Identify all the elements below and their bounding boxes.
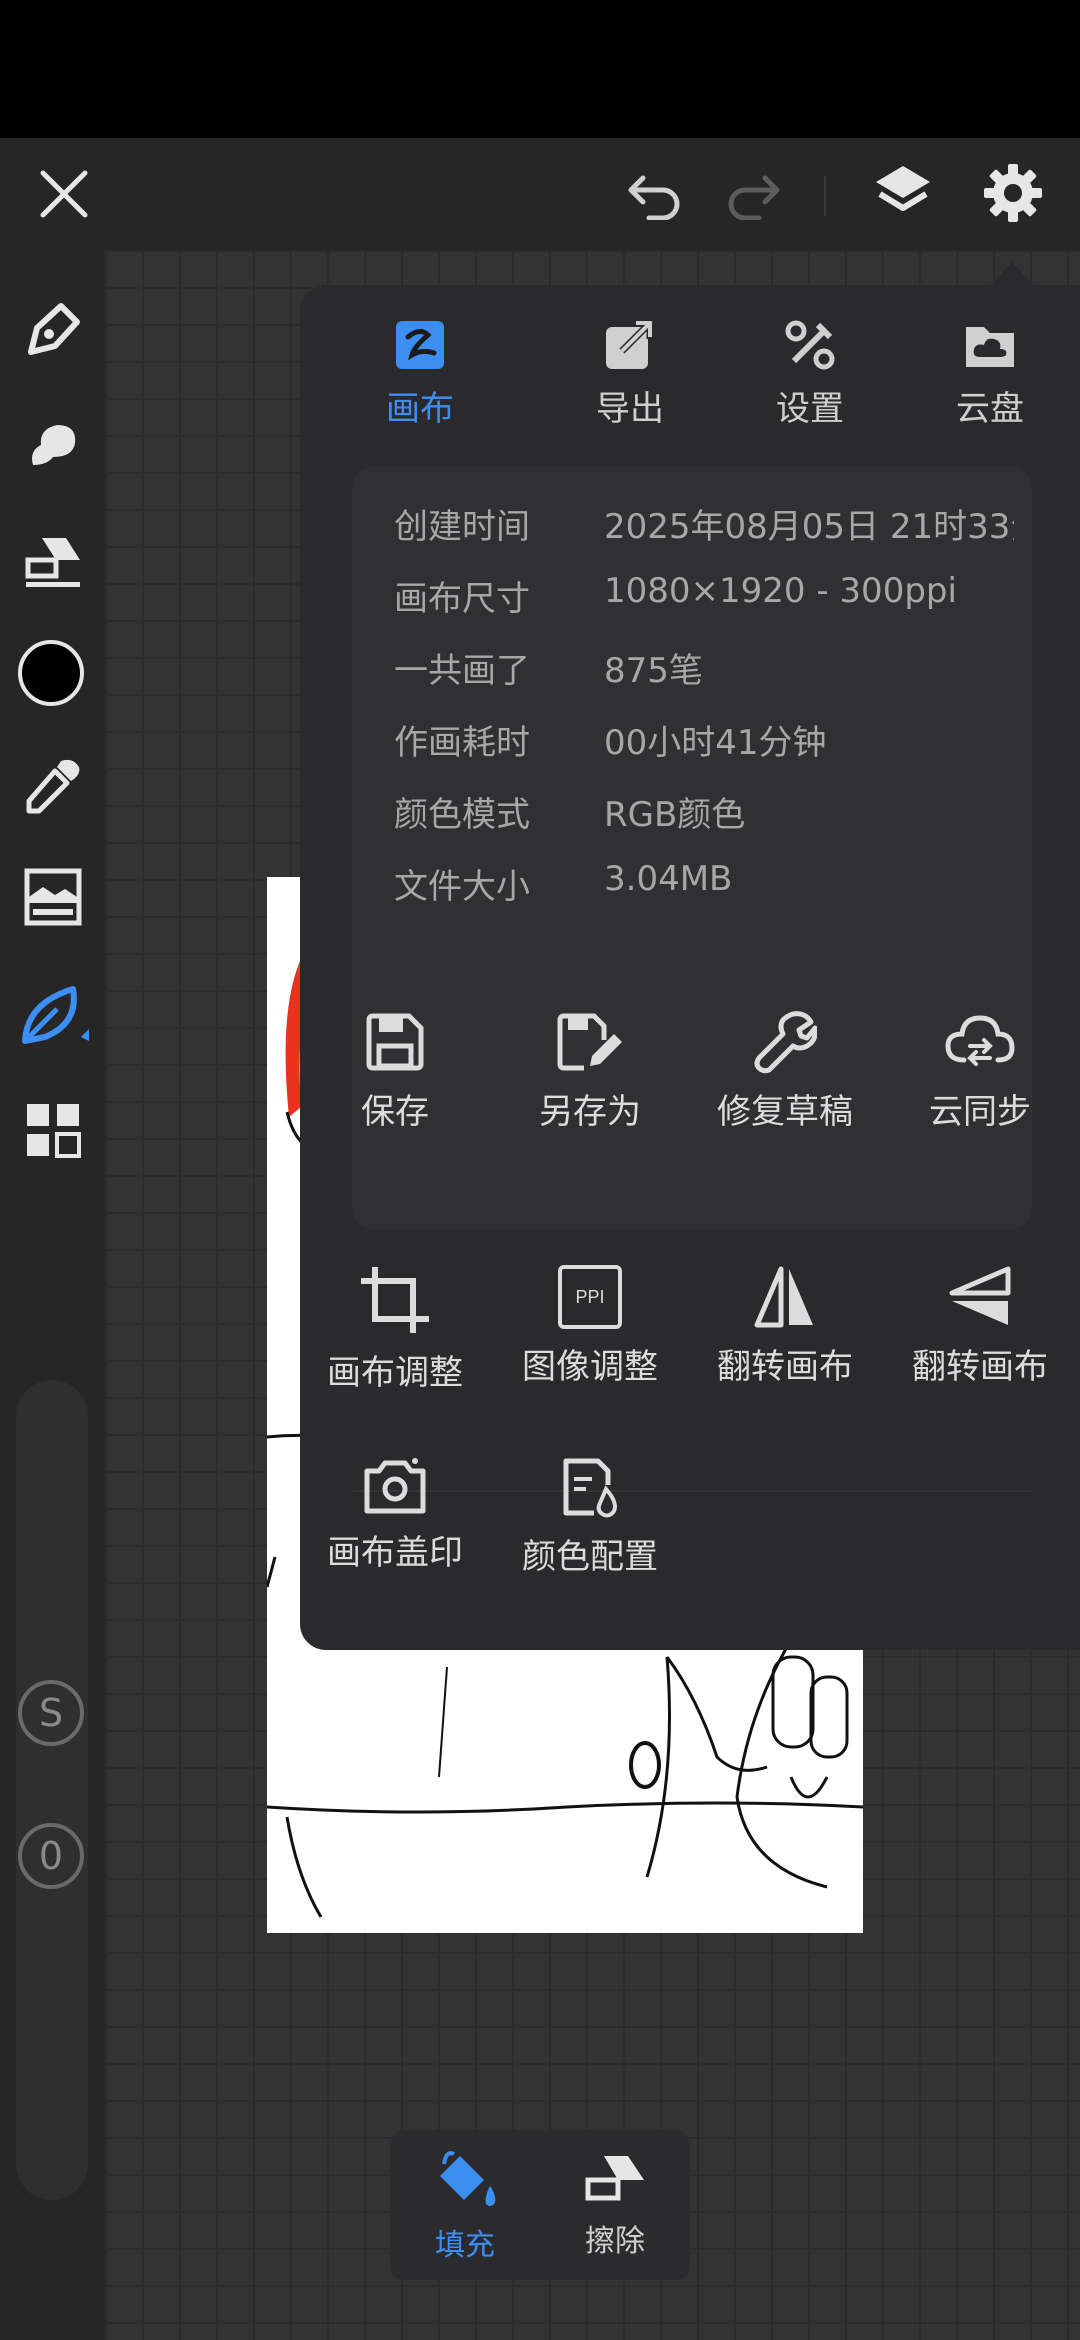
left-tool-sidebar: S 0 — [0, 250, 105, 2340]
save-as-label: 另存为 — [539, 1092, 641, 1132]
info-row-file-size: 文件大小 3.04MB — [394, 859, 1014, 919]
info-row-created: 创建时间 2025年08月05日 21时33分 — [394, 499, 1014, 559]
paint-bucket-icon — [440, 2151, 496, 2206]
top-toolbar — [0, 138, 1080, 250]
info-value: 875笔 — [604, 651, 703, 691]
info-key: 颜色模式 — [394, 795, 530, 835]
smudge-tool-icon[interactable] — [18, 410, 88, 480]
size-badge[interactable]: S — [18, 1680, 84, 1746]
info-row-duration: 作画耗时 00小时41分钟 — [394, 715, 1014, 775]
info-value: 00小时41分钟 — [604, 723, 827, 763]
panel-tabs: 画布 导出 设置 云盘 — [300, 285, 1080, 445]
info-row-color-mode: 颜色模式 RGB颜色 — [394, 787, 1014, 847]
erase-label: 擦除 — [585, 2224, 645, 2259]
opacity-badge[interactable]: 0 — [18, 1823, 84, 1889]
cloud-sync-icon — [945, 1015, 1015, 1066]
undo-icon[interactable] — [620, 162, 690, 228]
save-as-icon — [557, 1013, 622, 1071]
info-value: 3.04MB — [604, 859, 733, 899]
info-key: 一共画了 — [394, 651, 530, 691]
pen-tool-icon[interactable] — [18, 295, 88, 365]
canvas-stamp-label: 画布盖印 — [327, 1533, 463, 1573]
current-color-swatch[interactable] — [18, 640, 84, 706]
repair-draft-label: 修复草稿 — [717, 1092, 853, 1132]
color-profile-icon — [563, 1458, 617, 1518]
info-key: 创建时间 — [394, 507, 530, 547]
tab-label: 导出 — [596, 389, 664, 429]
fill-button[interactable]: 填充 — [390, 2130, 540, 2280]
info-value: 1080×1920 - 300ppi — [604, 571, 957, 611]
leaf-tool-icon[interactable] — [14, 980, 94, 1050]
color-config-button[interactable]: 颜色配置 — [495, 1455, 685, 1578]
canvas-settings-panel: 画布 导出 设置 云盘 创建时间 2025年08月05日 21时33分 画布尺寸… — [300, 285, 1080, 1650]
canvas-adjust-label: 画布调整 — [327, 1353, 463, 1393]
status-bar — [0, 0, 1080, 138]
info-key: 画布尺寸 — [394, 579, 530, 619]
cloud-folder-icon — [966, 327, 1014, 367]
fill-mode-bar: 填充 擦除 — [390, 2130, 690, 2280]
image-layer-icon[interactable] — [18, 862, 88, 932]
gear-icon[interactable] — [978, 158, 1048, 228]
flip-vertical-icon — [949, 1266, 1011, 1325]
info-row-strokes: 一共画了 875笔 — [394, 643, 1014, 703]
export-icon — [606, 319, 654, 369]
crop-icon — [361, 1267, 429, 1333]
save-as-button[interactable]: 另存为 — [495, 1010, 685, 1133]
info-value: RGB颜色 — [604, 795, 746, 835]
info-key: 文件大小 — [394, 867, 530, 907]
cloud-sync-button[interactable]: 云同步 — [885, 1010, 1075, 1133]
camera-icon — [364, 1458, 426, 1514]
info-key: 作画耗时 — [394, 723, 530, 763]
layers-icon[interactable] — [868, 158, 938, 228]
brush-size-slider[interactable] — [16, 1380, 88, 2200]
cloud-sync-label: 云同步 — [929, 1092, 1031, 1132]
erase-fill-button[interactable]: 擦除 — [540, 2130, 690, 2280]
tab-settings[interactable]: 设置 — [720, 285, 900, 445]
save-button[interactable]: 保存 — [300, 1010, 490, 1133]
save-label: 保存 — [361, 1092, 429, 1132]
image-adjust-button[interactable]: PPI 图像调整 — [495, 1265, 685, 1388]
more-tools-grid-icon[interactable] — [18, 1095, 88, 1165]
tab-label: 云盘 — [956, 389, 1024, 429]
tab-label: 画布 — [386, 389, 454, 429]
tools-icon — [785, 320, 835, 370]
repair-draft-button[interactable]: 修复草稿 — [690, 1010, 880, 1133]
eraser-tool-icon[interactable] — [18, 525, 88, 595]
info-value: 2025年08月05日 21时33分 — [604, 507, 1014, 547]
redo-icon[interactable] — [718, 162, 788, 228]
toolbar-divider — [824, 176, 826, 216]
flip-vertical-label: 翻转画布 — [912, 1347, 1048, 1387]
canvas-adjust-button[interactable]: 画布调整 — [300, 1265, 490, 1394]
ppi-icon: PPI — [558, 1265, 622, 1329]
tab-cloud[interactable]: 云盘 — [900, 285, 1080, 445]
canvas-icon — [396, 321, 444, 369]
panel-pointer — [990, 262, 1034, 286]
wrench-icon — [754, 1011, 817, 1074]
canvas-stamp-button[interactable]: 画布盖印 — [300, 1455, 490, 1574]
flip-horizontal-icon — [754, 1266, 813, 1328]
eraser-icon — [585, 2156, 644, 2201]
flip-vertical-button[interactable]: 翻转画布 — [885, 1265, 1075, 1388]
flip-horizontal-label: 翻转画布 — [717, 1347, 853, 1387]
eyedropper-icon[interactable] — [18, 750, 88, 820]
tab-label: 设置 — [776, 389, 844, 429]
close-icon[interactable] — [30, 160, 98, 228]
tab-export[interactable]: 导出 — [540, 285, 720, 445]
fill-label: 填充 — [435, 2228, 495, 2263]
color-config-label: 颜色配置 — [522, 1537, 658, 1577]
info-row-size: 画布尺寸 1080×1920 - 300ppi — [394, 571, 1014, 631]
flip-horizontal-button[interactable]: 翻转画布 — [690, 1265, 880, 1388]
tab-canvas[interactable]: 画布 — [300, 285, 540, 445]
save-icon — [366, 1013, 424, 1071]
image-adjust-label: 图像调整 — [522, 1347, 658, 1387]
